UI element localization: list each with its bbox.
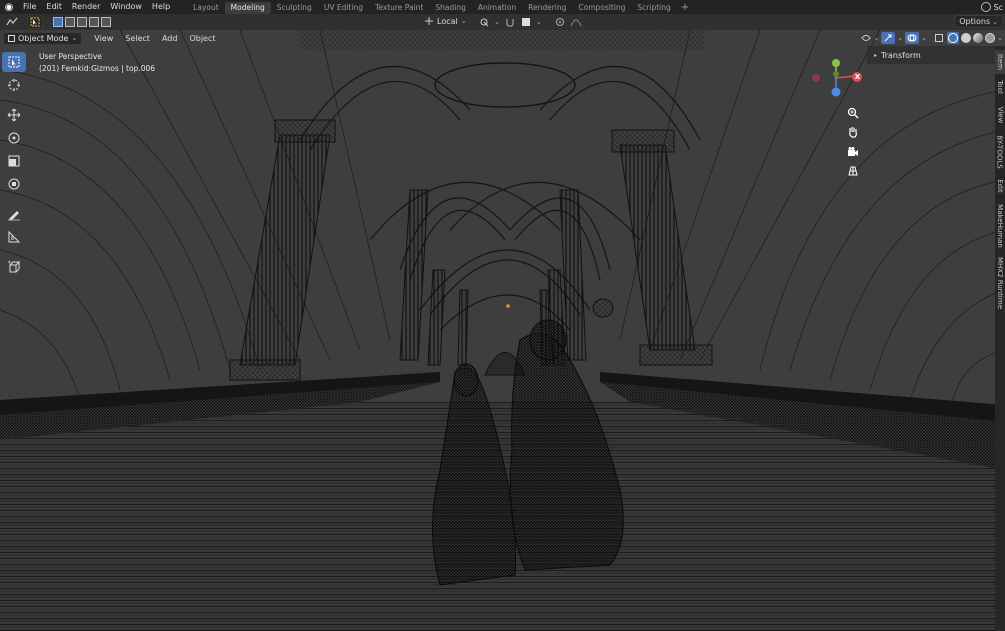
scale-icon[interactable] bbox=[2, 151, 26, 171]
menu-window[interactable]: Window bbox=[105, 0, 147, 14]
falloff-icon[interactable] bbox=[570, 16, 582, 28]
select-extend-icon[interactable] bbox=[65, 17, 75, 27]
scene-icon bbox=[980, 2, 991, 12]
gizmo-toggle-icon[interactable] bbox=[881, 32, 896, 44]
select-intersect-icon[interactable] bbox=[101, 17, 111, 27]
proportional-edit-icon[interactable] bbox=[554, 16, 566, 28]
transform-icon[interactable] bbox=[2, 174, 26, 194]
rotate-icon[interactable] bbox=[2, 128, 26, 148]
select-new-icon[interactable] bbox=[53, 17, 63, 27]
mode-label: Object Mode bbox=[18, 33, 69, 43]
select-subtract-icon[interactable] bbox=[77, 17, 87, 27]
tab-layout[interactable]: Layout bbox=[187, 2, 225, 14]
tab-item[interactable]: Item bbox=[995, 50, 1005, 74]
object-info-label: (201) Femkid:Gizmos | top.006 bbox=[39, 64, 156, 73]
top-menu-bar: ◉ File Edit Render Window Help Layout Mo… bbox=[0, 0, 1005, 14]
scene-label: Sc bbox=[993, 2, 1003, 12]
pivot-point-icon[interactable] bbox=[478, 16, 490, 28]
annotate-icon[interactable] bbox=[2, 204, 26, 224]
chevron-down-icon: ⌄ bbox=[997, 34, 1003, 42]
menu-add[interactable]: Add bbox=[156, 34, 184, 43]
chevron-down-icon: ⌄ bbox=[460, 17, 467, 25]
rendered-shading-icon[interactable] bbox=[985, 33, 996, 43]
move-icon[interactable] bbox=[2, 105, 26, 125]
tab-makehuman[interactable]: MakeHuman bbox=[995, 201, 1005, 251]
material-shading-icon[interactable] bbox=[973, 33, 984, 43]
tab-rendering[interactable]: Rendering bbox=[522, 2, 572, 14]
chevron-down-icon: ⌄ bbox=[921, 34, 928, 42]
chevron-down-icon: ⌄ bbox=[494, 18, 500, 26]
left-toolbar bbox=[2, 52, 26, 277]
menu-view[interactable]: View bbox=[88, 34, 119, 43]
menu-render[interactable]: Render bbox=[67, 0, 105, 14]
chevron-down-icon: ⌄ bbox=[897, 34, 904, 42]
wireframe-shading-icon[interactable] bbox=[947, 32, 960, 44]
chevron-down-icon: ⌄ bbox=[873, 34, 880, 42]
tab-scripting[interactable]: Scripting bbox=[631, 2, 676, 14]
tab-texture-paint[interactable]: Texture Paint bbox=[369, 2, 429, 14]
snap-element-icon[interactable] bbox=[520, 16, 532, 28]
select-box-icon[interactable] bbox=[2, 52, 26, 72]
tab-uv-editing[interactable]: UV Editing bbox=[318, 2, 369, 14]
tab-edit[interactable]: Edit bbox=[995, 176, 1005, 196]
menu-help[interactable]: Help bbox=[147, 0, 175, 14]
editor-type-icon[interactable] bbox=[3, 16, 21, 28]
snap-icon[interactable] bbox=[504, 16, 516, 28]
options-label: Options bbox=[959, 17, 991, 26]
orientation-icon bbox=[425, 17, 433, 25]
perspective-label: User Perspective bbox=[39, 52, 102, 61]
select-mode-group bbox=[53, 17, 111, 27]
expand-arrow-icon: ▸ bbox=[874, 51, 878, 59]
grid-icon[interactable] bbox=[845, 163, 861, 179]
origin-dot bbox=[506, 304, 510, 308]
zoom-icon[interactable] bbox=[845, 105, 861, 121]
menu-file[interactable]: File bbox=[18, 0, 41, 14]
orientation-label: Local bbox=[437, 16, 458, 26]
tab-compositing[interactable]: Compositing bbox=[572, 2, 631, 14]
select-invert-icon[interactable] bbox=[89, 17, 99, 27]
tab-tool[interactable]: Tool bbox=[995, 76, 1005, 98]
pan-hand-icon[interactable] bbox=[845, 124, 861, 140]
measure-icon[interactable] bbox=[2, 227, 26, 247]
transform-orientation[interactable]: Local ⌄ bbox=[424, 16, 467, 26]
sidebar-tabs: Item Tool View BY-TOOLS Edit MakeHuman M… bbox=[995, 46, 1005, 631]
object-mode-icon bbox=[8, 34, 15, 42]
xray-toggle-icon[interactable] bbox=[933, 32, 945, 44]
viewport-header: Object Mode ⌄ View Select Add Object bbox=[0, 30, 1005, 46]
visibility-icon[interactable] bbox=[860, 32, 872, 44]
select-tool-icon[interactable] bbox=[27, 15, 43, 29]
gizmo-x-label[interactable]: X bbox=[853, 73, 862, 82]
menu-edit[interactable]: Edit bbox=[41, 0, 67, 14]
tab-modeling[interactable]: Modeling bbox=[224, 1, 271, 14]
scene-selector[interactable]: Sc bbox=[980, 0, 1005, 14]
overlay-toggle-icon[interactable] bbox=[905, 32, 920, 44]
add-workspace-button[interactable]: + bbox=[677, 2, 693, 13]
add-cube-icon[interactable] bbox=[2, 257, 26, 277]
solid-shading-icon[interactable] bbox=[961, 33, 972, 43]
menu-object[interactable]: Object bbox=[183, 34, 221, 43]
tab-sculpting[interactable]: Sculpting bbox=[271, 2, 318, 14]
transform-panel[interactable]: ▸ Transform bbox=[867, 46, 995, 64]
tab-mhx2-runtime[interactable]: MHX2 Runtime bbox=[995, 256, 1005, 310]
tool-header: Local ⌄ ⌄ ⌄ Options ⌄ bbox=[0, 14, 1005, 30]
options-button[interactable]: Options ⌄ bbox=[954, 15, 1003, 28]
pivot-snap-group: ⌄ ⌄ bbox=[478, 16, 582, 28]
camera-icon[interactable] bbox=[845, 144, 861, 160]
transform-section-label: Transform bbox=[881, 50, 921, 60]
menu-select[interactable]: Select bbox=[119, 34, 156, 43]
blender-logo-icon[interactable]: ◉ bbox=[0, 0, 18, 14]
tab-animation[interactable]: Animation bbox=[472, 2, 522, 14]
tab-view[interactable]: View bbox=[995, 104, 1005, 126]
tab-by-tools[interactable]: BY-TOOLS bbox=[995, 130, 1005, 174]
viewport-header-right: ⌄ ⌄ ⌄ ⌄ bbox=[860, 30, 1005, 46]
cursor-icon[interactable] bbox=[2, 75, 26, 95]
tab-shading[interactable]: Shading bbox=[429, 2, 471, 14]
mode-selector[interactable]: Object Mode ⌄ bbox=[3, 31, 83, 45]
chevron-down-icon: ⌄ bbox=[535, 18, 542, 26]
chevron-down-icon: ⌄ bbox=[992, 17, 998, 26]
chevron-down-icon: ⌄ bbox=[71, 34, 78, 42]
